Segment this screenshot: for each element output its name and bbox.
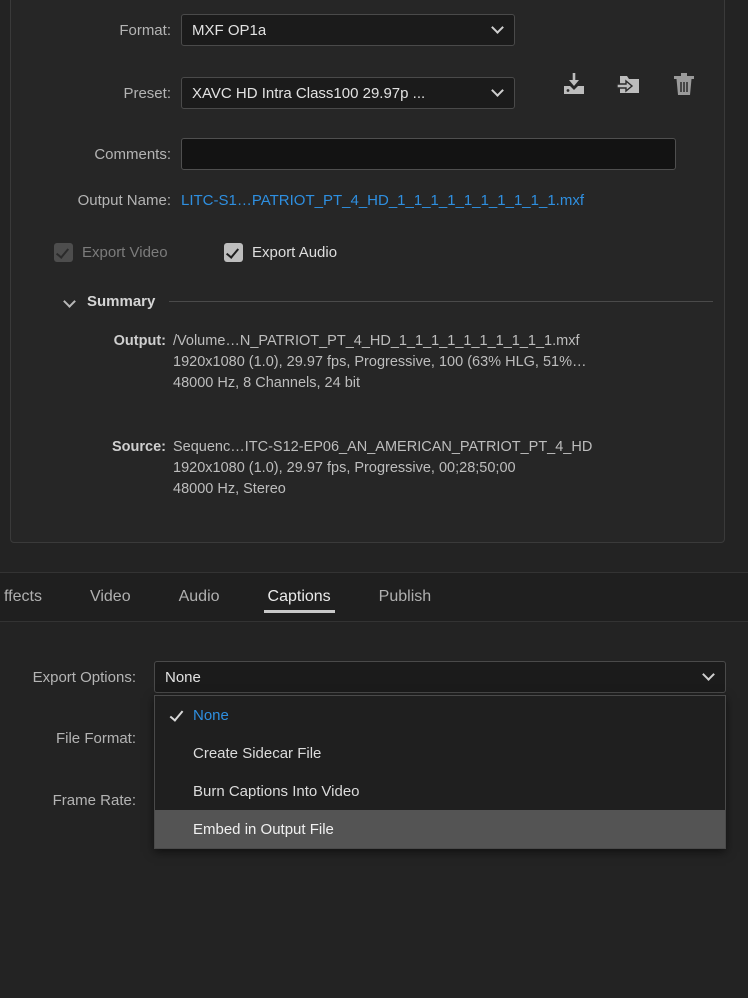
summary-output-block: Output: /Volume…N_PATRIOT_PT_4_HD_1_1_1_… — [11, 331, 726, 394]
summary-output-audio: 48000 Hz, 8 Channels, 24 bit — [173, 375, 361, 391]
tab-captions[interactable]: Captions — [263, 573, 335, 621]
summary-source-key: Source: — [112, 439, 166, 455]
summary-source-line: 48000 Hz, Stereo — [11, 479, 726, 500]
summary-output-line: 1920x1080 (1.0), 29.97 fps, Progressive,… — [11, 352, 726, 373]
tab-audio[interactable]: Audio — [175, 573, 224, 621]
format-row: Format: MXF OP1a — [11, 14, 726, 46]
preset-actions — [559, 69, 699, 99]
chevron-down-icon — [704, 670, 715, 681]
export-audio-checkbox[interactable]: Export Audio — [224, 243, 337, 262]
comments-input[interactable] — [181, 138, 676, 170]
tab-effects[interactable]: ffects — [0, 573, 46, 621]
tab-list: ffects Video Audio Captions Publish — [0, 573, 435, 621]
export-options-label: Export Options: — [32, 669, 136, 686]
export-options-dropdown: None Create Sidecar File Burn Captions I… — [154, 695, 726, 849]
format-select[interactable]: MXF OP1a — [181, 14, 515, 46]
file-format-label: File Format: — [55, 730, 136, 747]
summary-source-first-line: Source: Sequenc…ITC-S12-EP06_AN_AMERICAN… — [11, 437, 726, 458]
chevron-down-icon — [493, 23, 504, 34]
export-options-value: None — [165, 668, 201, 686]
check-icon — [169, 708, 182, 721]
checkbox-check-icon — [54, 243, 73, 262]
dropdown-item-label: Burn Captions Into Video — [193, 782, 360, 800]
checkbox-check-icon — [224, 243, 243, 262]
summary-section-header[interactable]: Summary — [63, 293, 713, 310]
settings-tabbar: ffects Video Audio Captions Publish — [0, 572, 748, 622]
format-label: Format: — [119, 21, 171, 39]
dropdown-item-embed-in-output-file[interactable]: Embed in Output File — [155, 810, 725, 848]
output-name-link[interactable]: LITC-S1…PATRIOT_PT_4_HD_1_1_1_1_1_1_1_1_… — [181, 192, 584, 209]
export-settings-panel: Format: MXF OP1a Preset: XAVC HD Intra C… — [10, 0, 725, 543]
summary-source-video: 1920x1080 (1.0), 29.97 fps, Progressive,… — [173, 460, 516, 476]
summary-source-block: Source: Sequenc…ITC-S12-EP06_AN_AMERICAN… — [11, 437, 726, 500]
export-video-checkbox[interactable]: Export Video — [54, 243, 168, 262]
chevron-down-icon — [493, 86, 504, 97]
summary-output-line: 48000 Hz, 8 Channels, 24 bit — [11, 373, 726, 394]
summary-output-video: 1920x1080 (1.0), 29.97 fps, Progressive,… — [173, 354, 587, 370]
summary-source-line: 1920x1080 (1.0), 29.97 fps, Progressive,… — [11, 458, 726, 479]
chevron-down-icon[interactable] — [63, 295, 77, 309]
import-preset-icon[interactable] — [559, 69, 589, 99]
summary-source-audio: 48000 Hz, Stereo — [173, 481, 286, 497]
summary-output-path: /Volume…N_PATRIOT_PT_4_HD_1_1_1_1_1_1_1_… — [173, 333, 580, 349]
output-name-label: Output Name: — [77, 192, 171, 209]
format-value: MXF OP1a — [192, 21, 267, 39]
export-preset-icon[interactable] — [614, 69, 644, 99]
export-video-label: Export Video — [82, 244, 168, 261]
dropdown-item-label: Create Sidecar File — [193, 744, 322, 762]
summary-title: Summary — [87, 293, 156, 310]
summary-divider — [169, 301, 713, 302]
dropdown-item-none[interactable]: None — [155, 696, 725, 734]
preset-value: XAVC HD Intra Class100 29.97p ... — [192, 84, 426, 102]
preset-select[interactable]: XAVC HD Intra Class100 29.97p ... — [181, 77, 515, 109]
dropdown-item-create-sidecar-file[interactable]: Create Sidecar File — [155, 734, 725, 772]
dropdown-item-burn-captions-into-video[interactable]: Burn Captions Into Video — [155, 772, 725, 810]
summary-source-name: Sequenc…ITC-S12-EP06_AN_AMERICAN_PATRIOT… — [173, 439, 593, 455]
preset-label: Preset: — [123, 84, 171, 102]
export-options-select[interactable]: None — [154, 661, 726, 693]
frame-rate-label: Frame Rate: — [52, 792, 136, 809]
summary-output-key: Output: — [113, 333, 166, 349]
dropdown-item-label: Embed in Output File — [193, 820, 334, 838]
export-audio-label: Export Audio — [252, 244, 338, 261]
comments-label: Comments: — [94, 145, 171, 163]
output-name-row: Output Name: LITC-S1…PATRIOT_PT_4_HD_1_1… — [11, 192, 726, 209]
comments-row: Comments: — [11, 138, 726, 170]
delete-preset-icon[interactable] — [669, 69, 699, 99]
tab-publish[interactable]: Publish — [375, 573, 435, 621]
dropdown-item-label: None — [193, 706, 229, 724]
summary-output-first-line: Output: /Volume…N_PATRIOT_PT_4_HD_1_1_1_… — [11, 331, 726, 352]
tab-video[interactable]: Video — [86, 573, 135, 621]
